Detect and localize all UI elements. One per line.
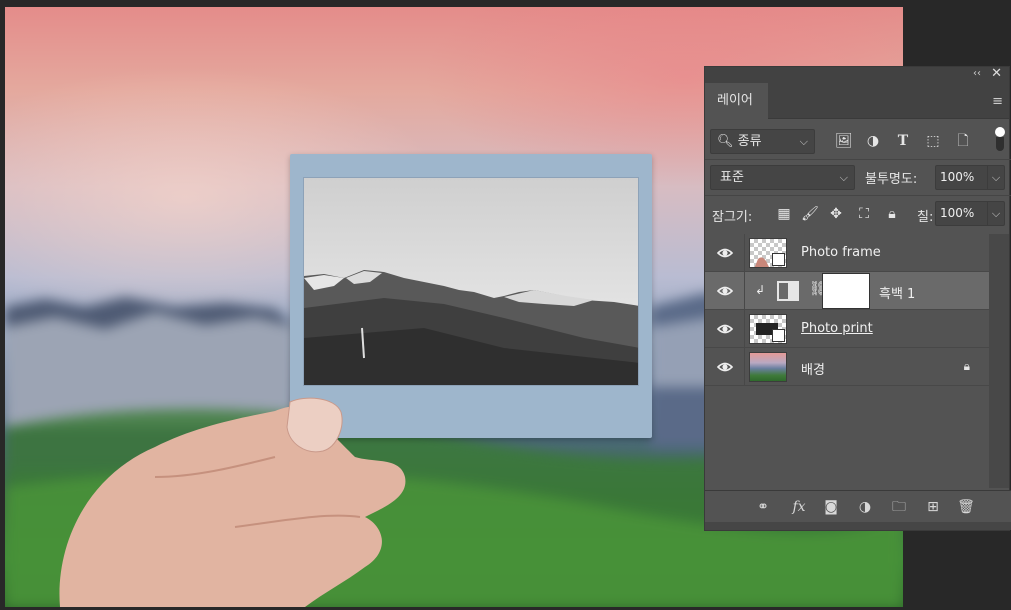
link-layers-icon[interactable]: ⚭ [753,497,773,517]
filter-kind-select[interactable]: 🔍︎ 종류 ⌵ [710,129,815,154]
divider [744,234,745,272]
lock-position-icon[interactable]: ✥ [827,205,845,223]
layers-panel: ‹‹ ✕ 레이어 ≡ 🔍︎ 종류 ⌵ 🖼︎ ◑ T ⬚ 🗋 표준 ⌵ 불투명도:… [704,66,1011,531]
filter-toggle[interactable] [995,127,1005,151]
add-mask-icon[interactable]: ◙ [821,497,841,517]
smart-object-filter-icon[interactable]: 🗋 [955,133,971,149]
shape-filter-icon[interactable]: ⬚ [925,133,941,149]
divider [744,348,745,386]
type-filter-icon[interactable]: T [895,133,911,149]
opacity-value: 100% [940,170,975,184]
layer-thumbnail[interactable] [749,238,787,268]
divider [705,159,1011,160]
layer-row[interactable]: Photo print [705,310,990,348]
adjustment-filter-icon[interactable]: ◑ [865,133,881,149]
panel-footer: ⚭ fx ◙ ◑ 🗀 ⊞ 🗑︎ [705,490,1011,522]
lock-transparent-pixels-icon[interactable]: ▦ [775,205,793,223]
lock-label: 잠그기: [712,210,753,225]
black-white-adjustment-icon[interactable] [777,281,799,301]
eye-icon[interactable] [717,360,733,374]
blend-mode-value: 표준 [720,170,744,185]
chevron-down-icon[interactable]: ⌵ [987,166,1004,189]
toggle-knob [995,127,1005,137]
eye-icon[interactable] [717,284,733,298]
smart-object-badge-icon [772,253,785,266]
eye-icon[interactable] [717,322,733,336]
divider [744,310,745,348]
scrollbar[interactable] [989,234,1009,488]
toggle-track [996,137,1004,151]
chevron-down-icon: ⌵ [839,171,848,184]
layer-row[interactable]: ↲ ⛓︎ 흑백 1 [705,272,990,310]
panel-resize-grip[interactable] [705,522,1011,530]
layer-filter-row: 🔍︎ 종류 ⌵ 🖼︎ ◑ T ⬚ 🗋 [705,127,1011,159]
lock-icon: 🔒︎ [963,359,970,373]
fill-value: 100% [940,206,975,220]
layer-row[interactable]: 배경 🔒︎ [705,348,990,386]
layer-row[interactable]: Photo frame [705,234,990,272]
trash-icon[interactable]: 🗑︎ [956,497,976,517]
eye-icon[interactable] [717,246,733,260]
lock-artboard-icon[interactable]: ⛶ [855,205,873,223]
layer-name[interactable]: Photo print [801,321,873,336]
panel-title-bar[interactable]: ‹‹ ✕ [705,66,1009,83]
opacity-label: 불투명도: [865,172,918,187]
new-layer-icon[interactable]: ⊞ [923,497,943,517]
layer-name[interactable]: 배경 [801,359,825,378]
layer-thumbnail[interactable] [749,314,787,344]
fill-field[interactable]: 100% ⌵ [935,201,1005,226]
layer-name[interactable]: Photo frame [801,245,881,260]
lock-all-icon[interactable]: 🔒︎ [883,205,901,223]
layer-thumbnail[interactable] [749,352,787,382]
layer-name[interactable]: 흑백 1 [879,283,915,302]
image-filter-icon[interactable]: 🖼︎ [835,133,853,149]
divider [744,272,745,310]
new-adjustment-layer-icon[interactable]: ◑ [855,497,875,517]
fx-icon[interactable]: fx [789,497,809,517]
fill-label: 칠: [917,210,934,225]
layer-list: Photo frame ↲ ⛓︎ 흑백 1 Photo print 배경 🔒︎ [705,234,990,488]
chevron-down-icon[interactable]: ⌵ [987,202,1004,225]
opacity-field[interactable]: 100% ⌵ [935,165,1005,190]
lock-image-pixels-icon[interactable]: 🖌︎ [801,205,819,223]
search-icon: 🔍︎ [717,134,734,149]
collapse-icon[interactable]: ‹‹ [973,68,981,79]
blend-row: 표준 ⌵ 불투명도: 100% ⌵ [705,162,1011,194]
layer-mask-thumbnail[interactable] [822,273,870,309]
divider [705,195,1011,196]
panel-menu-icon[interactable]: ≡ [992,94,1003,109]
tab-layers[interactable]: 레이어 [705,83,768,120]
blend-mode-select[interactable]: 표준 ⌵ [710,165,855,190]
lock-row: 잠그기: ▦ 🖌︎ ✥ ⛶ 🔒︎ 칠: 100% ⌵ [705,199,1011,231]
close-icon[interactable]: ✕ [991,66,1002,81]
smart-object-badge-icon [772,329,785,342]
new-group-icon[interactable]: 🗀 [889,497,909,517]
clipping-mask-icon: ↲ [755,283,766,297]
panel-tabs: 레이어 ≡ [705,83,1009,120]
filter-kind-label: 종류 [737,134,762,149]
chevron-down-icon: ⌵ [799,135,808,148]
